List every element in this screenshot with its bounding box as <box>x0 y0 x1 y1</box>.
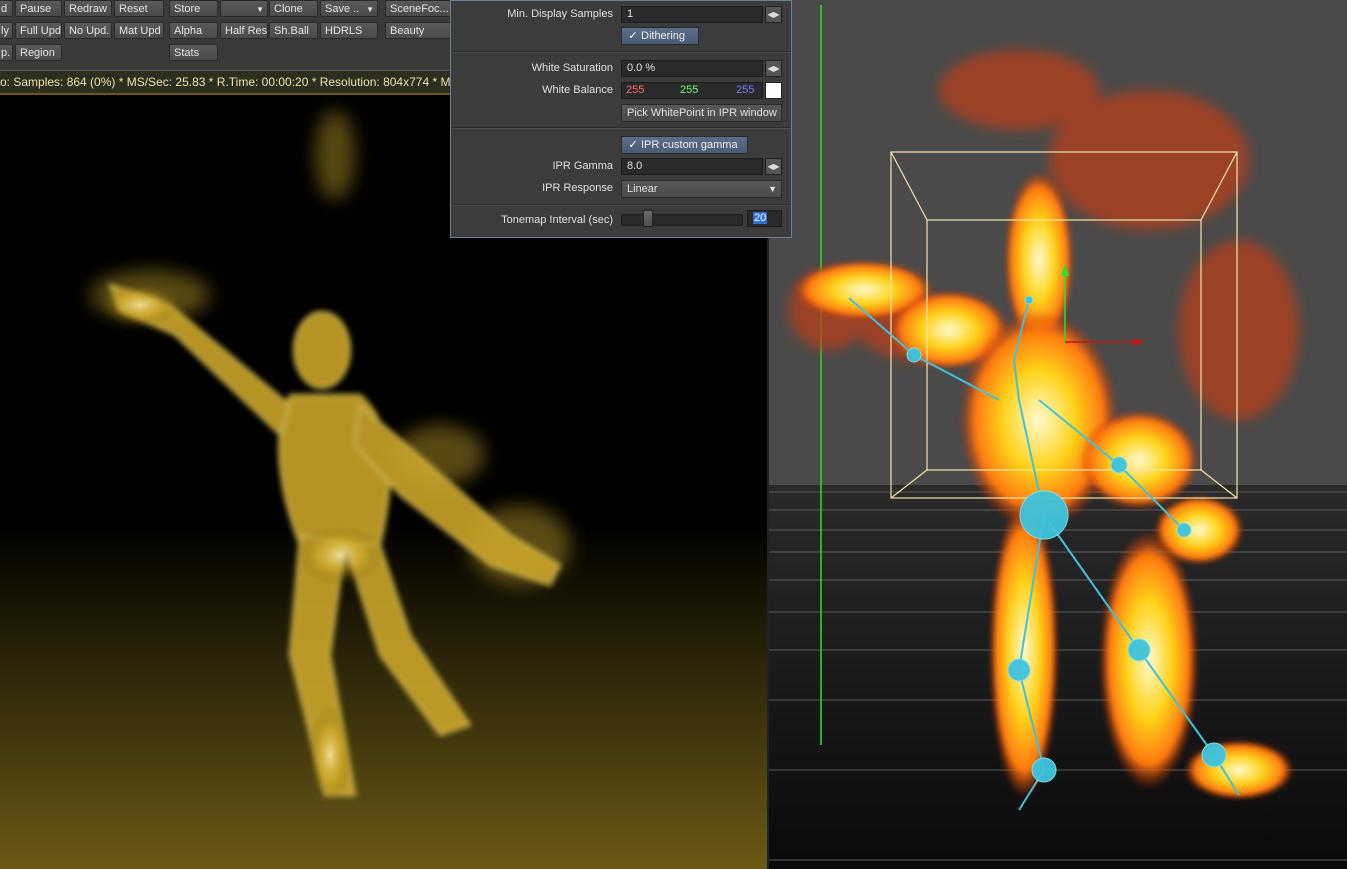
3d-viewport[interactable] <box>767 0 1347 869</box>
ipr-response-dropdown[interactable]: Linear ▼ <box>621 180 782 198</box>
white-saturation-label: White Saturation <box>531 62 613 74</box>
save-dropdown[interactable]: Save .. ▼ <box>320 0 378 17</box>
toolbar-button-3[interactable]: p. <box>0 44 13 61</box>
store-slot-dropdown[interactable]: ▼ <box>220 0 268 17</box>
toolbar-button-1[interactable]: d <box>0 0 13 17</box>
no-update-button[interactable]: No Upd. <box>64 22 112 39</box>
region-button[interactable]: Region <box>15 44 62 61</box>
divider <box>451 51 791 53</box>
store-button[interactable]: Store <box>169 0 218 17</box>
tonemap-settings-panel: Min. Display Samples 1 ◀▶ ✓ Dithering Whi… <box>450 0 792 238</box>
alpha-button[interactable]: Alpha <box>169 22 218 39</box>
redraw-button[interactable]: Redraw <box>64 0 112 17</box>
tonemap-interval-field[interactable]: 20 <box>747 210 782 227</box>
divider <box>451 127 791 129</box>
white-balance-blue[interactable]: 255 <box>736 83 754 98</box>
divider <box>451 204 791 206</box>
min-display-samples-field[interactable]: 1 <box>621 6 763 23</box>
scene-focus-button[interactable]: SceneFoc... <box>385 0 451 17</box>
spinner-arrows-icon[interactable]: ◀▶ <box>765 6 782 23</box>
check-icon: ✓ <box>628 139 638 151</box>
half-res-button[interactable]: Half Res <box>220 22 268 39</box>
ipr-gamma-label: IPR Gamma <box>552 160 613 172</box>
tonemap-interval-slider-track[interactable] <box>621 214 743 226</box>
white-balance-fields: 255 255 255 <box>621 82 763 99</box>
dithering-label: Dithering <box>641 30 686 42</box>
clone-button[interactable]: Clone <box>269 0 318 17</box>
spinner-arrows-icon[interactable]: ◀▶ <box>765 158 782 175</box>
chevron-down-icon: ▼ <box>768 184 777 194</box>
check-icon: ✓ <box>628 30 638 42</box>
white-balance-label: White Balance <box>542 84 613 96</box>
render-status-bar: o: Samples: 864 (0%) * MS/Sec: 25.83 * R… <box>0 70 450 95</box>
spinner-arrows-icon[interactable]: ◀▶ <box>765 60 782 77</box>
ipr-custom-gamma-label: IPR custom gamma <box>641 139 738 151</box>
pick-whitepoint-button[interactable]: Pick WhitePoint in IPR window <box>621 104 782 122</box>
reset-button[interactable]: Reset <box>114 0 164 17</box>
shader-ball-button[interactable]: Sh.Ball <box>269 22 318 39</box>
ipr-response-label: IPR Response <box>542 182 613 194</box>
tonemap-interval-label: Tonemap Interval (sec) <box>501 214 613 226</box>
white-balance-red[interactable]: 255 <box>626 83 644 98</box>
beauty-dropdown[interactable]: Beauty <box>385 22 451 39</box>
chevron-down-icon: ▼ <box>366 5 374 14</box>
full-update-button[interactable]: Full Upd. <box>15 22 62 39</box>
hdrls-button[interactable]: HDRLS <box>320 22 378 39</box>
ipr-custom-gamma-checkbox[interactable]: ✓ IPR custom gamma <box>621 136 748 154</box>
white-balance-green[interactable]: 255 <box>680 83 698 98</box>
chevron-down-icon: ▼ <box>256 5 264 14</box>
min-display-samples-label: Min. Display Samples <box>507 8 613 20</box>
toolbar-button-2[interactable]: ly <box>0 22 13 39</box>
dithering-checkbox[interactable]: ✓ Dithering <box>621 27 699 45</box>
stats-button[interactable]: Stats <box>169 44 218 61</box>
white-saturation-field[interactable]: 0.0 % <box>621 60 763 77</box>
viewport-scene <box>769 0 1347 869</box>
tonemap-interval-slider-thumb[interactable] <box>643 210 653 227</box>
white-balance-swatch[interactable] <box>765 82 782 99</box>
ipr-gamma-field[interactable]: 8.0 <box>621 158 763 175</box>
material-update-button[interactable]: Mat Upd <box>114 22 164 39</box>
pause-button[interactable]: Pause <box>15 0 62 17</box>
